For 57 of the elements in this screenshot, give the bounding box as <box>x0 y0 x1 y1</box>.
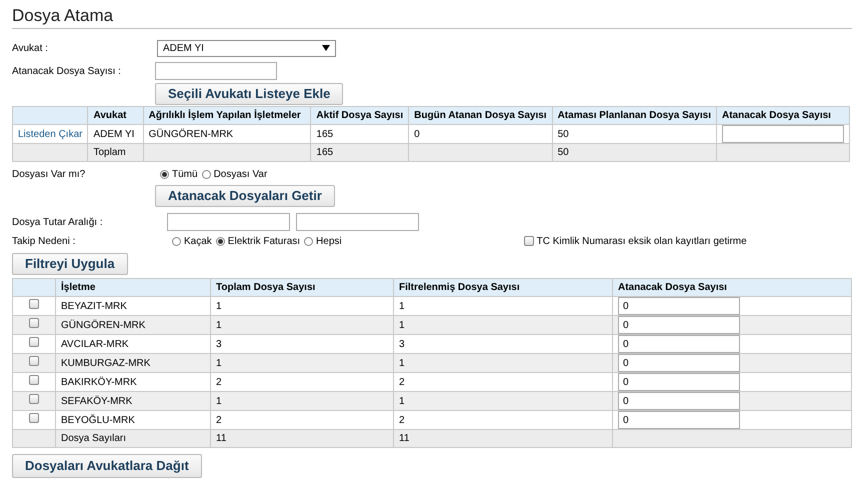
column-header: İşletme <box>56 278 210 296</box>
column-header: Aktif Dosya Sayısı <box>310 106 409 124</box>
table-cell: 11 <box>394 430 612 448</box>
field-label: Avukat : <box>12 42 49 56</box>
distribute-button[interactable]: Dosyaları Avukatlara Dağıt <box>12 454 202 478</box>
input-field[interactable] <box>167 213 290 231</box>
apply-filter-button[interactable]: Filtreyi Uygula <box>12 253 128 275</box>
radio-label: Hepsi <box>316 234 342 248</box>
table-cell: Dosya Sayıları <box>56 430 210 448</box>
radio-button[interactable] <box>160 170 169 178</box>
page-title: Dosya Atama <box>12 5 114 27</box>
fetch-files-button[interactable]: Atanacak Dosyaları Getir <box>155 185 335 207</box>
radio-button[interactable] <box>216 236 225 246</box>
column-header: Ağrılıklı İşlem Yapılan İşletmeler <box>143 106 311 124</box>
input-field[interactable]: 0 <box>618 373 740 391</box>
column-header: Bugün Atanan Dosya Sayısı <box>408 106 552 124</box>
checkbox[interactable] <box>29 394 39 404</box>
input-field[interactable]: 0 <box>618 411 740 429</box>
column-header: Ataması Planlanan Dosya Sayısı <box>552 106 716 124</box>
table-cell: 165 <box>310 144 409 162</box>
radio-label: Tümü <box>172 168 198 182</box>
checkbox[interactable] <box>29 336 39 346</box>
column-header: Atanacak Dosya Sayısı <box>716 106 850 124</box>
dropdown-arrow-icon <box>322 45 330 51</box>
checkbox[interactable] <box>524 236 534 246</box>
radio-button[interactable] <box>172 236 181 246</box>
table-cell: Toplam <box>88 144 144 162</box>
input-field[interactable] <box>722 125 844 143</box>
radio-button[interactable] <box>304 236 314 246</box>
column-header: Toplam Dosya Sayısı <box>210 278 394 296</box>
checkbox[interactable] <box>29 374 39 384</box>
radio-label: Elektrik Faturası <box>228 234 300 248</box>
input-field[interactable]: 0 <box>618 392 740 410</box>
table-cell: 50 <box>552 144 716 162</box>
column-header: Atanacak Dosya Sayısı <box>612 278 852 296</box>
add-to-list-button[interactable]: Seçili Avukatı Listeye Ekle <box>155 83 344 105</box>
radio-label: Dosyası Var <box>214 168 268 182</box>
input-field[interactable] <box>155 62 277 80</box>
lawyer-dropdown[interactable]: ADEM YI <box>157 40 336 56</box>
table-cell: 11 <box>210 430 394 448</box>
field-label: Dosya Tutar Aralığı : <box>12 216 104 230</box>
checkbox-label: TC Kimlik Numarası eksik olan kayıtları getirme <box>536 234 747 248</box>
checkbox[interactable] <box>29 318 39 328</box>
field-label: Takip Nedeni : <box>12 234 76 248</box>
input-field[interactable]: 0 <box>618 297 740 315</box>
radio-button[interactable] <box>202 170 211 178</box>
field-label: Dosyası Var mı? <box>12 168 86 182</box>
radio-label: Kaçak <box>184 234 212 248</box>
input-field[interactable]: 0 <box>618 335 740 353</box>
input-field[interactable] <box>296 213 419 231</box>
checkbox[interactable] <box>29 298 39 308</box>
input-field[interactable]: 0 <box>618 354 740 372</box>
checkbox[interactable] <box>29 356 39 366</box>
field-label: Atanacak Dosya Sayısı : <box>12 64 122 78</box>
input-field[interactable]: 0 <box>618 316 740 334</box>
checkbox[interactable] <box>29 412 39 422</box>
column-header: Filtrelenmiş Dosya Sayısı <box>394 278 612 296</box>
